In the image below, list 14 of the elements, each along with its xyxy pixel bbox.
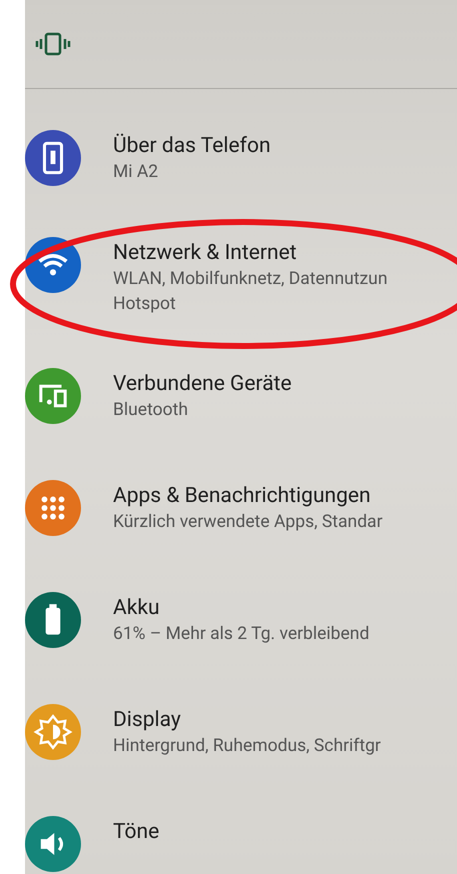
setting-title[interactable]: Töne: [113, 818, 160, 846]
setting-summary: Kürzlich verwendete Apps, Standar: [113, 511, 383, 534]
setting-title[interactable]: Apps & Benachrichtigungen: [113, 482, 383, 510]
setting-summary: Bluetooth: [113, 399, 189, 422]
setting-summary: Hintergrund, Ruhemodus, Schriftgr: [113, 735, 381, 758]
setting-summary: 61% – Mehr als 2 Tg. verbleibend: [113, 623, 370, 646]
setting-title[interactable]: Akku: [113, 594, 370, 622]
setting-title[interactable]: Display: [113, 706, 381, 734]
setting-summary: WLAN, Mobilfunknetz, Datennutzun Hotspot: [113, 268, 388, 316]
setting-title[interactable]: Über das Telefon: [113, 132, 271, 160]
setting-title[interactable]: Verbundene Geräte: [113, 370, 292, 398]
setting-summary: Mi A2: [113, 161, 160, 184]
vibrate-icon[interactable]: [35, 32, 71, 56]
setting-title[interactable]: Netzwerk & Internet: [113, 239, 388, 267]
